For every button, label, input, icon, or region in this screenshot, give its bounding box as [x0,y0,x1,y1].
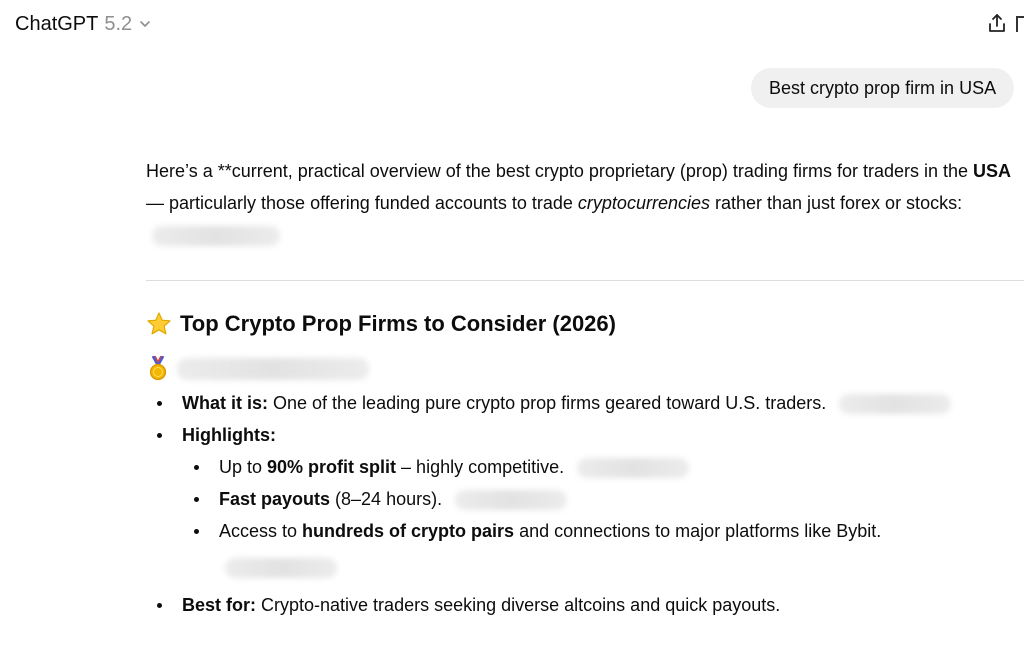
highlight-bold: hundreds of crypto pairs [302,521,515,541]
share-icon [986,14,1008,38]
user-message-bubble: Best crypto prop firm in USA [751,68,1015,108]
highlight-text: (8–24 hours). [330,489,443,509]
gold-medal-icon [149,356,167,382]
highlights-sublist: Up to 90% profit split – highly competit… [182,451,1024,583]
highlights-label: Highlights: [182,425,276,445]
what-it-is-text: One of the leading pure crypto prop firm… [268,393,827,413]
intro-italic: cryptocurrencies [577,193,710,213]
blurred-firm-name [177,358,369,380]
more-options-button[interactable] [1016,16,1024,32]
model-version: 5.2 [104,13,133,35]
highlight-bold: Fast payouts [219,489,331,509]
firm-name-row [146,353,1024,385]
intro-text-3: rather than just forex or stocks: [709,193,963,213]
intro-text-2: — particularly those offering funded acc… [146,193,578,213]
highlight-text: – highly competitive. [396,457,565,477]
model-name: ChatGPT [15,13,99,35]
intro-usa: USA [973,161,1012,181]
intro-text-1: Here’s a **current, practical overview o… [146,161,974,181]
list-item: What it is: One of the leading pure cryp… [146,387,1024,419]
what-it-is-label: What it is: [182,393,268,413]
blurred-citation[interactable] [455,490,568,511]
blurred-citation[interactable] [152,226,280,247]
share-button[interactable] [986,12,1008,39]
blurred-citation[interactable] [577,458,690,479]
top-bar: ChatGPT 5.2 [0,0,1024,48]
assistant-response: Here’s a **current, practical overview o… [146,155,1024,621]
best-for-label: Best for: [182,595,257,615]
highlight-text: Access to [219,521,303,541]
intro-paragraph: Here’s a **current, practical overview o… [146,155,1024,251]
list-item: Highlights: Up to 90% profit split – hig… [146,419,1024,583]
list-item: Up to 90% profit split – highly competit… [182,451,1024,483]
highlight-bold: 90% profit split [267,457,397,477]
section-title-text: Top Crypto Prop Firms to Consider (2026) [180,311,616,336]
chevron-down-icon [138,17,152,31]
model-selector[interactable]: ChatGPT 5.2 [15,10,152,38]
list-item: Fast payouts (8–24 hours). [182,483,1024,515]
firm-details-list: What it is: One of the leading pure cryp… [146,387,1024,621]
divider [146,280,1024,281]
blurred-citation[interactable] [225,558,337,579]
section-heading: Top Crypto Prop Firms to Consider (2026) [146,308,1024,340]
list-item: Access to hundreds of crypto pairs and c… [182,515,1024,583]
best-for-text: Crypto-native traders seeking diverse al… [256,595,781,615]
highlight-text: Up to [219,457,268,477]
list-item: Best for: Crypto-native traders seeking … [146,589,1024,621]
highlight-text: and connections to major platforms like … [514,521,882,541]
star-icon [146,311,172,337]
blurred-citation[interactable] [839,394,952,415]
